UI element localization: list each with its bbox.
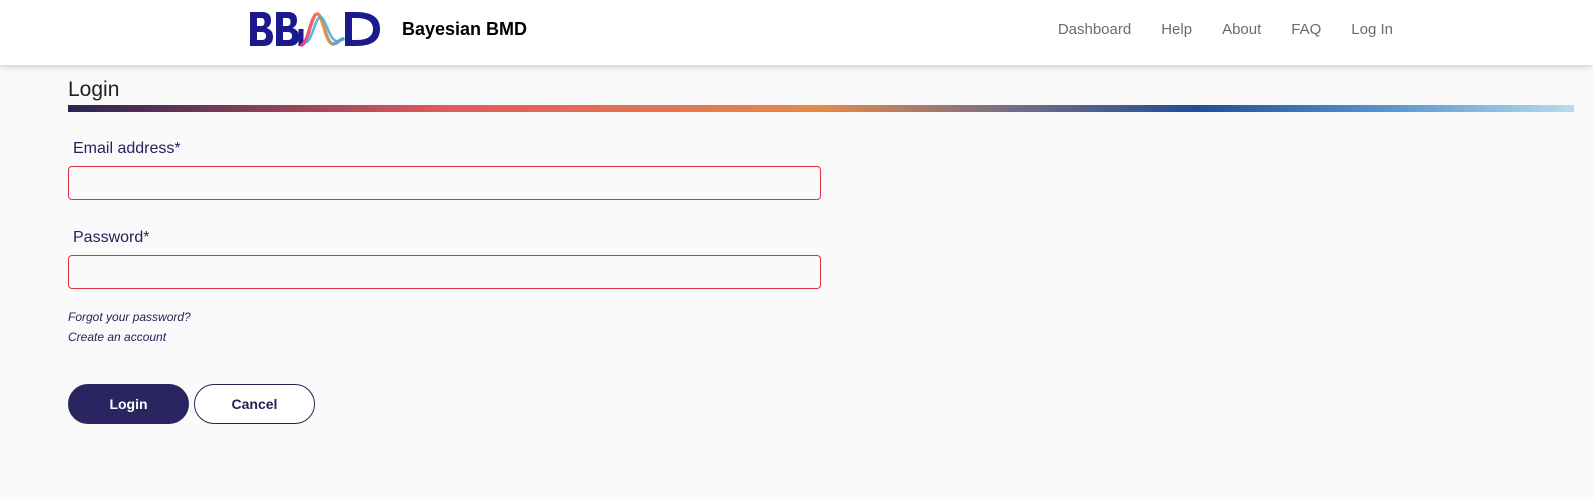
top-nav: Dashboard Help About FAQ Log In [1058,21,1393,38]
login-button[interactable]: Login [68,384,189,424]
email-group: Email address* [68,140,1574,200]
create-account-link[interactable]: Create an account [68,327,1574,347]
nav-dashboard[interactable]: Dashboard [1058,21,1131,38]
bbmd-logo[interactable] [249,9,382,49]
main-content: Login Email address* Password* Forgot yo… [68,65,1574,424]
email-field[interactable] [68,166,821,200]
nav-faq[interactable]: FAQ [1291,21,1321,38]
nav-help[interactable]: Help [1161,21,1192,38]
form-buttons: Login Cancel [68,384,1574,424]
app-title: Bayesian BMD [402,19,528,39]
login-form: Email address* Password* Forgot your pas… [68,140,1574,424]
cancel-button[interactable]: Cancel [194,384,315,424]
page-title: Login [68,78,120,101]
title-divider [68,105,1574,112]
logo-graphic [250,12,380,47]
email-label: Email address* [73,140,181,157]
password-label: Password* [73,229,150,246]
password-group: Password* [68,229,1574,289]
nav-about[interactable]: About [1222,21,1261,38]
account-links: Forgot your password? Create an account [68,307,1574,347]
nav-log-in[interactable]: Log In [1351,21,1393,38]
site-header: Bayesian BMD Dashboard Help About FAQ Lo… [0,0,1593,65]
password-field[interactable] [68,255,821,289]
forgot-password-link[interactable]: Forgot your password? [68,307,1574,327]
